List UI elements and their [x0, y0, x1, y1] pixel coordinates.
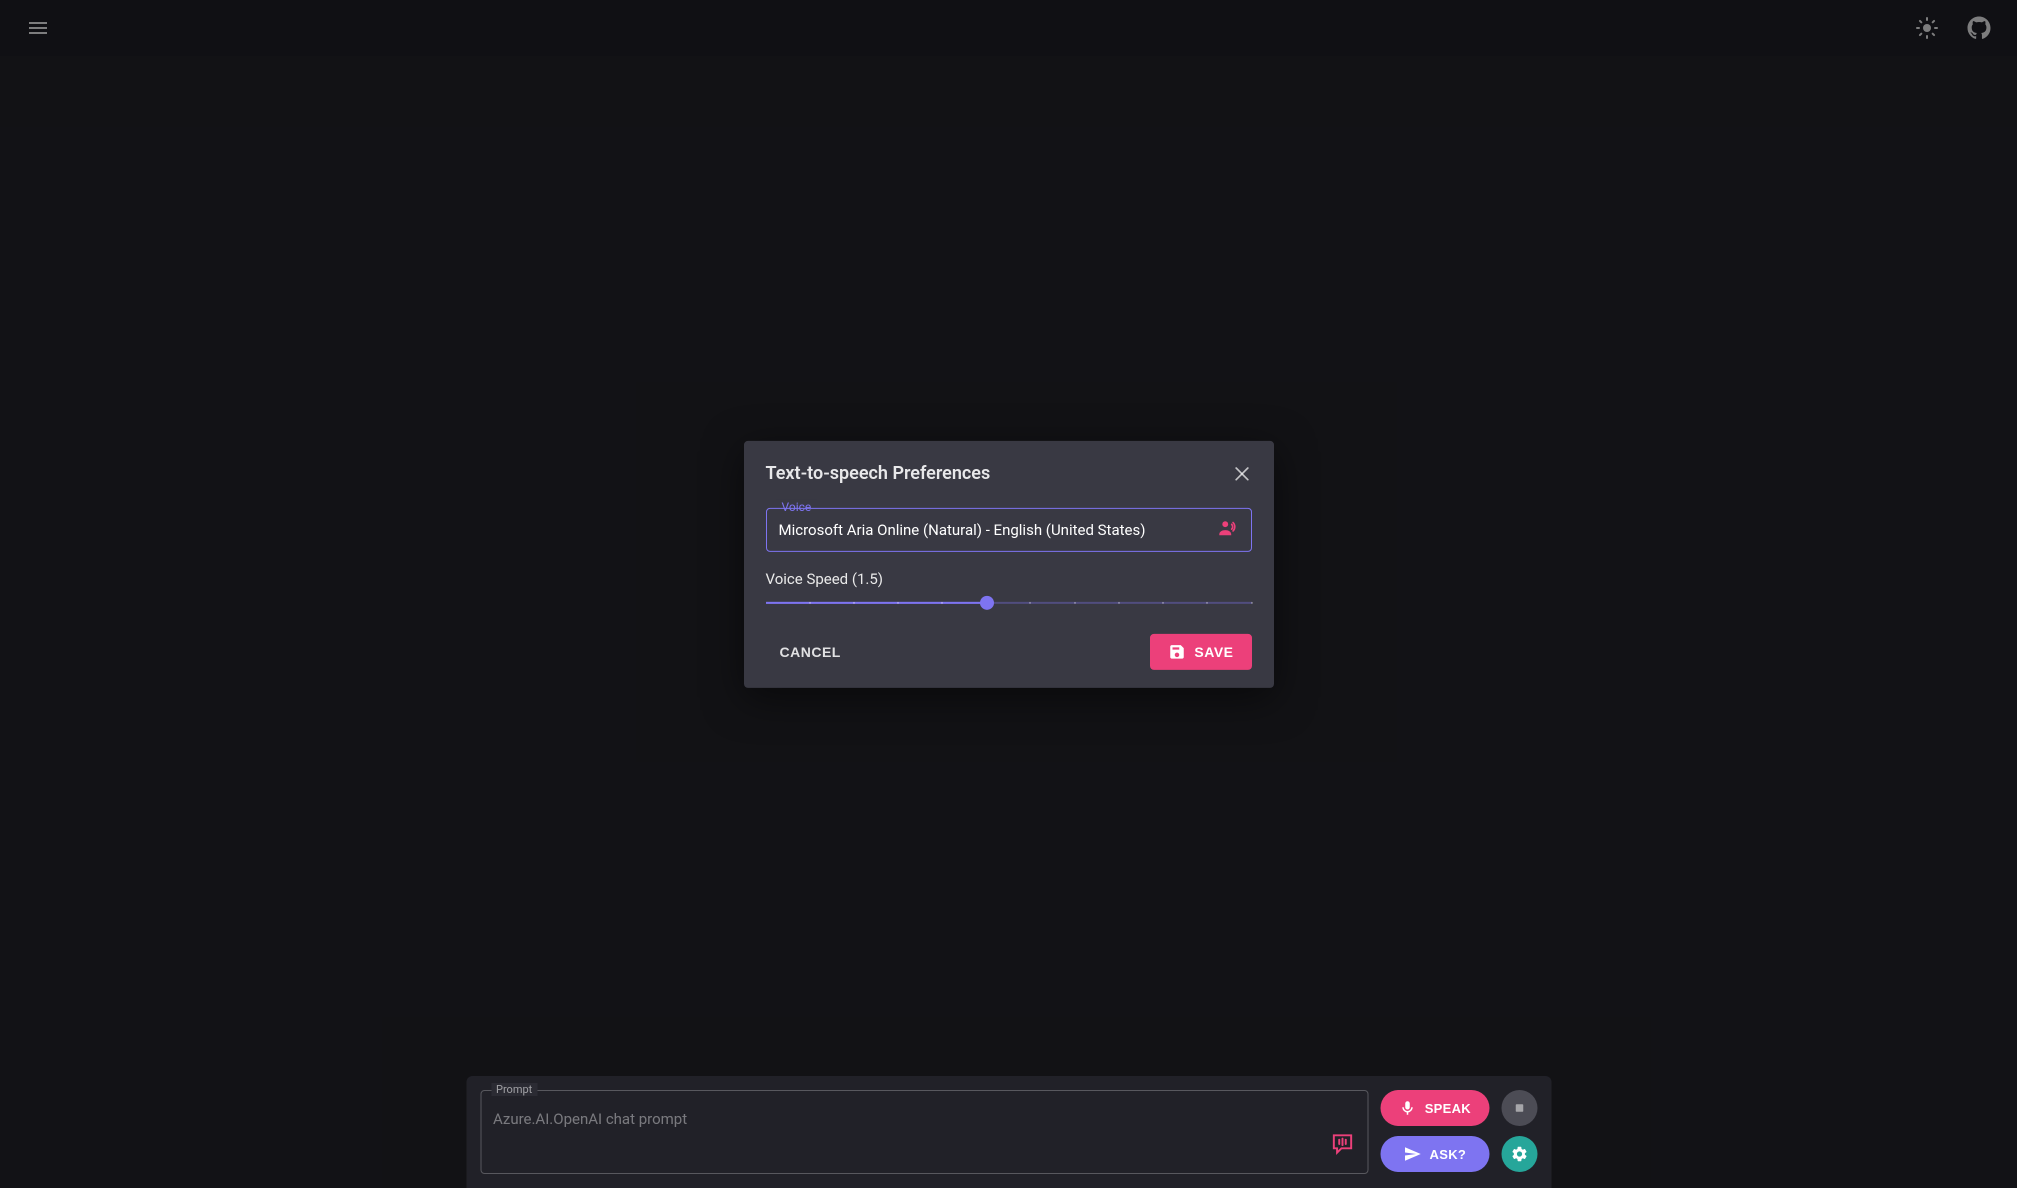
- stop-icon: [1510, 1099, 1528, 1117]
- prompt-field-label: Prompt: [491, 1083, 537, 1096]
- slider-tick: [1029, 602, 1031, 604]
- slider-tick: [941, 602, 943, 604]
- speak-button-label: SPEAK: [1425, 1101, 1471, 1116]
- speaking-person-icon: [1217, 517, 1239, 539]
- send-icon: [1404, 1145, 1422, 1163]
- tts-preferences-modal: Text-to-speech Preferences Voice Microso…: [744, 441, 1274, 688]
- slider-tick: [1162, 602, 1164, 604]
- gear-icon: [1510, 1145, 1528, 1163]
- voice-speed-label: Voice Speed (1.5): [766, 570, 1252, 588]
- stop-button: [1501, 1090, 1537, 1126]
- prompt-voice-button[interactable]: [1330, 1131, 1356, 1161]
- prompt-input[interactable]: Prompt Azure.AI.OpenAI chat prompt: [480, 1090, 1369, 1174]
- slider-tick: [1118, 602, 1120, 604]
- slider-thumb[interactable]: [980, 596, 994, 610]
- close-icon: [1232, 463, 1252, 483]
- voice-selected-value: Microsoft Aria Online (Natural) - Englis…: [779, 521, 1146, 539]
- close-button[interactable]: [1232, 463, 1252, 483]
- slider-tick: [1074, 602, 1076, 604]
- voice-chat-icon: [1330, 1131, 1356, 1157]
- cancel-button[interactable]: CANCEL: [766, 636, 855, 668]
- save-button[interactable]: SAVE: [1150, 634, 1251, 670]
- voice-speed-slider[interactable]: [766, 588, 1252, 618]
- slider-tick: [853, 602, 855, 604]
- slider-tick: [809, 602, 811, 604]
- slider-fill: [766, 602, 987, 604]
- slider-tick: [897, 602, 899, 604]
- voice-select-field[interactable]: Voice Microsoft Aria Online (Natural) - …: [766, 508, 1252, 552]
- ask-button[interactable]: ASK?: [1381, 1136, 1489, 1172]
- prompt-panel: Prompt Azure.AI.OpenAI chat prompt SPEAK…: [466, 1076, 1551, 1188]
- microphone-icon: [1399, 1099, 1417, 1117]
- slider-tick: [1206, 602, 1208, 604]
- modal-title: Text-to-speech Preferences: [766, 463, 991, 484]
- voice-speak-icon[interactable]: [1217, 517, 1239, 543]
- speak-button[interactable]: SPEAK: [1381, 1090, 1489, 1126]
- prompt-placeholder: Azure.AI.OpenAI chat prompt: [493, 1110, 687, 1128]
- slider-tick: [1251, 602, 1253, 604]
- save-button-label: SAVE: [1194, 644, 1233, 660]
- ask-button-label: ASK?: [1430, 1147, 1467, 1162]
- save-icon: [1168, 643, 1186, 661]
- settings-button[interactable]: [1501, 1136, 1537, 1172]
